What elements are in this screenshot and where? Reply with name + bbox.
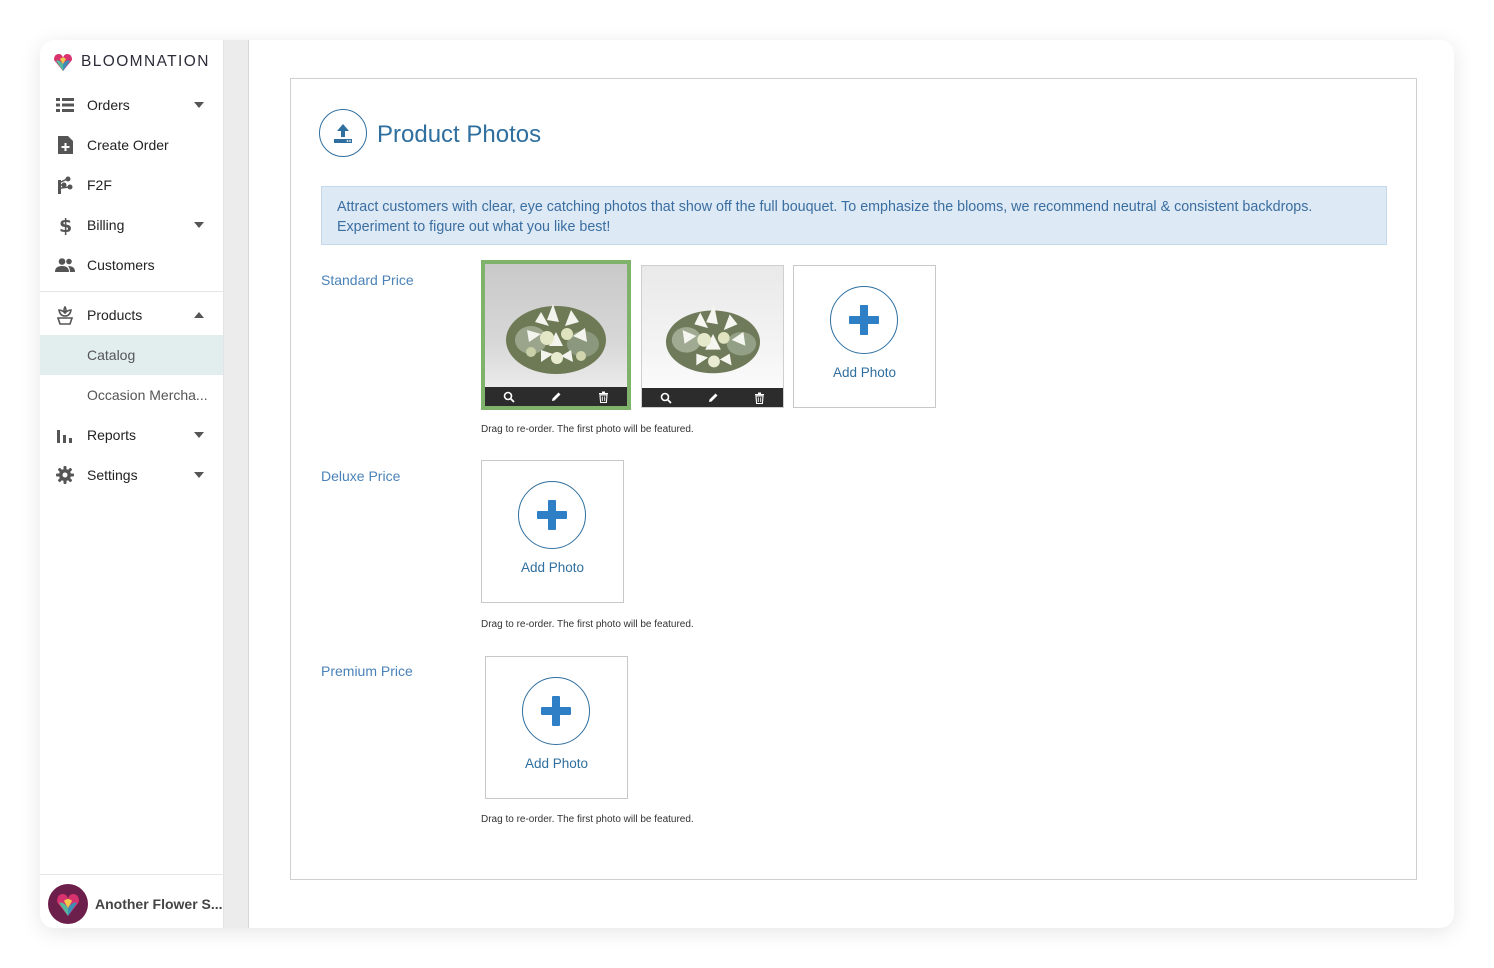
sidebar-item-create-order[interactable]: Create Order [40,125,224,165]
chevron-down-icon [194,102,204,108]
brand-name: BLOOMNATION [81,53,210,70]
sidebar-item-f2f[interactable]: F2F [40,165,224,205]
sidebar-item-label: Orders [87,97,130,113]
plus-icon [522,677,590,745]
info-message: Attract customers with clear, eye catchi… [321,186,1387,245]
chevron-down-icon [194,472,204,478]
document-plus-icon [55,135,75,155]
panel-title: Product Photos [377,121,542,148]
add-photo-button-premium[interactable]: Add Photo [485,656,628,799]
sidebar-item-label: Create Order [87,137,169,153]
sidebar-subitem-label: Catalog [87,347,136,363]
app-window: BLOOMNATION Orders Create Order F2F $ Bi… [40,40,1454,928]
reorder-hint: Drag to re-order. The first photo will b… [481,619,694,630]
flower-pot-icon [55,305,75,325]
chevron-down-icon [194,222,204,228]
sidebar-item-label: Reports [87,427,137,443]
people-icon [55,255,75,275]
featured-photo-tile[interactable] [481,260,631,410]
dollar-icon: $ [55,215,75,235]
add-photo-button-deluxe[interactable]: Add Photo [481,460,624,603]
sidebar-subitem-label: Occasion Mercha... [87,387,208,403]
svg-text:$: $ [59,215,72,235]
sidebar-item-customers[interactable]: Customers [40,245,224,285]
sidebar-divider [40,291,224,292]
plus-icon [518,481,586,549]
bouquet-photo [665,304,760,373]
brand-logo[interactable]: BLOOMNATION [52,50,210,74]
sidebar-item-label: Billing [87,217,125,233]
bloomnation-logo-icon [54,54,72,71]
sidebar-item-label: Products [87,307,143,323]
sidebar-item-label: Customers [87,257,155,273]
section-label-premium: Premium Price [321,663,413,679]
add-photo-button-standard[interactable]: Add Photo [793,265,936,408]
reorder-hint: Drag to re-order. The first photo will b… [481,424,694,435]
sidebar-item-reports[interactable]: Reports [40,415,224,455]
sidebar-gutter [224,40,249,928]
sidebar-subitem-occasion-merchandising[interactable]: Occasion Mercha... [40,375,223,415]
sidebar: BLOOMNATION Orders Create Order F2F $ Bi… [40,40,224,928]
bar-chart-icon [55,425,75,445]
photo-toolbar [485,387,627,406]
sidebar-item-orders[interactable]: Orders [40,85,224,125]
add-photo-label: Add Photo [520,560,585,575]
section-label-standard: Standard Price [321,272,414,288]
avatar [48,884,88,924]
zoom-icon[interactable] [502,390,516,404]
trash-icon[interactable] [596,390,610,404]
sidebar-item-label: F2F [87,177,112,193]
trash-icon[interactable] [753,391,767,405]
sidebar-item-label: Settings [87,467,138,483]
sidebar-subitem-catalog[interactable]: Catalog [40,335,223,375]
list-icon [55,95,75,115]
zoom-icon[interactable] [659,391,673,405]
add-photo-label: Add Photo [524,756,589,771]
section-label-deluxe: Deluxe Price [321,468,401,484]
gear-icon [55,465,75,485]
sidebar-item-billing[interactable]: $ Billing [40,205,224,245]
add-photo-label: Add Photo [832,365,897,380]
plus-icon [830,286,898,354]
chevron-up-icon [194,312,204,318]
edit-icon[interactable] [549,390,563,404]
bouquet-photo [506,304,606,375]
upload-icon[interactable] [319,109,367,157]
chevron-down-icon [194,432,204,438]
product-photos-panel: Product Photos Attract customers with cl… [290,78,1417,880]
account-switcher[interactable]: Another Flower S... [48,884,223,924]
edit-icon[interactable] [706,391,720,405]
photo-toolbar [642,388,783,407]
account-divider [40,874,224,875]
reorder-hint: Drag to re-order. The first photo will b… [481,814,694,825]
account-name: Another Flower S... [95,896,223,912]
photo-tile[interactable] [641,265,784,408]
flower-network-icon [55,175,75,195]
sidebar-item-settings[interactable]: Settings [40,455,224,495]
sidebar-item-products[interactable]: Products [40,295,224,335]
